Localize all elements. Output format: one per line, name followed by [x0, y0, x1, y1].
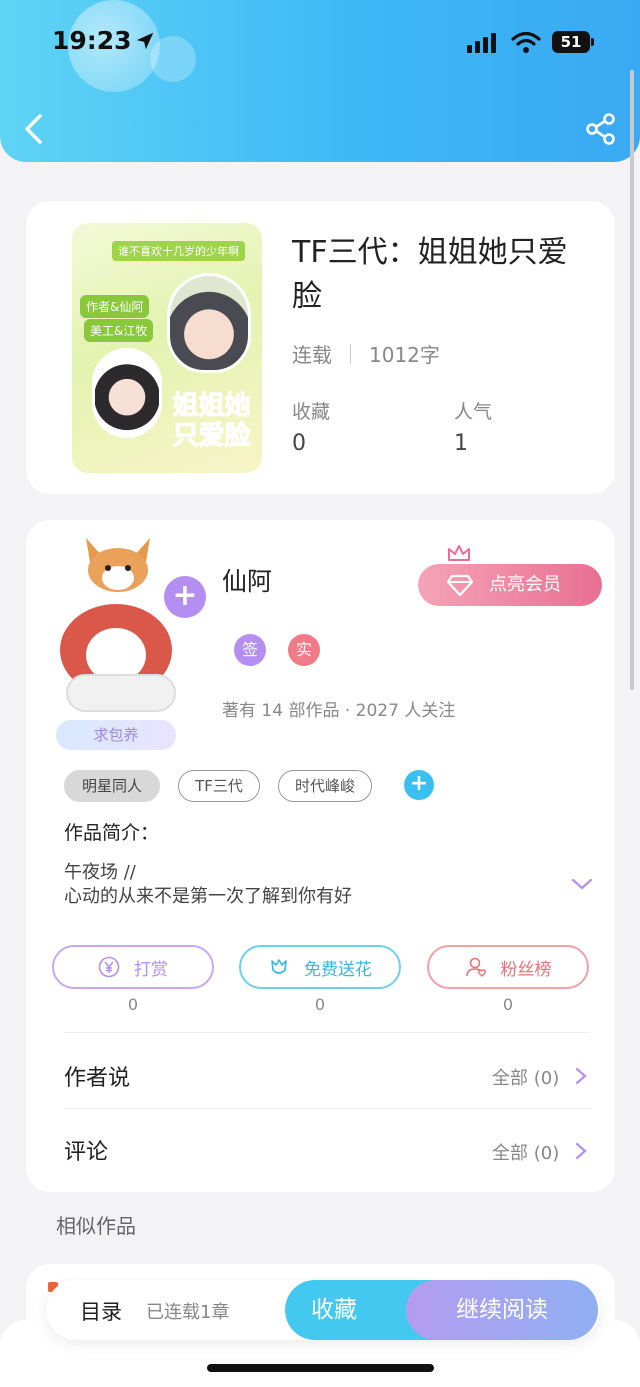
chapter-status: 已连载1章: [146, 1302, 230, 1323]
book-status: 连载: [292, 343, 332, 367]
meta-divider: [350, 343, 351, 364]
flower-count: 0: [314, 995, 326, 1014]
catalog-button[interactable]: 目录: [80, 1296, 122, 1326]
status-time: 19:23: [52, 26, 132, 55]
wifi-icon: [511, 31, 541, 53]
author-says-all-link[interactable]: 全部 (0): [492, 1064, 559, 1090]
cover-tag-author: 作者&仙阿: [80, 295, 150, 318]
chevron-down-icon[interactable]: [570, 876, 594, 892]
similar-works-title: 相似作品: [56, 1214, 136, 1238]
tag-tf-third-gen[interactable]: TF三代: [178, 770, 260, 802]
battery-indicator: 51: [552, 31, 594, 53]
header-bar: 19:23 51: [0, 0, 640, 162]
reward-button[interactable]: 打赏: [52, 945, 214, 989]
yen-icon: [98, 956, 120, 978]
stat-value-popularity: 1: [454, 431, 468, 456]
comments-title[interactable]: 评论: [64, 1134, 108, 1166]
divider: [64, 1032, 590, 1033]
fan-user-icon: [465, 957, 486, 977]
battery-tip: [591, 38, 594, 46]
follow-plus-button[interactable]: +: [164, 576, 206, 618]
reward-label: 打赏: [134, 959, 168, 980]
stat-label-popularity: 人气: [454, 401, 493, 423]
free-flower-label: 免费送花: [304, 959, 372, 980]
author-card: + 求包养 仙阿 点亮会员 签 实 著有 14 部作品 · 2027 人关注 明…: [26, 520, 615, 1192]
signed-badge: 签: [234, 634, 266, 666]
fan-count: 0: [502, 995, 514, 1014]
cover-tag-art: 美工&江牧: [84, 319, 154, 342]
book-meta: 连载 1012字: [292, 339, 440, 368]
intro-line: 午夜场 //: [64, 862, 136, 883]
stat-label-favorites: 收藏: [292, 401, 331, 423]
cover-title: 姐姐她只爱脸: [172, 391, 251, 452]
chevron-right-icon[interactable]: [574, 1141, 588, 1161]
fan-ranking-button[interactable]: 粉丝榜: [427, 945, 589, 989]
home-indicator[interactable]: [207, 1364, 434, 1372]
cellular-signal-icon: [467, 33, 496, 53]
battery-level: 51: [560, 33, 582, 51]
book-title: TF三代：姐姐她只爱脸: [292, 235, 568, 314]
tag-celebrity-fanfic[interactable]: 明星同人: [64, 770, 160, 802]
avatar-badge: 求包养: [56, 720, 176, 750]
decor-bubble: [150, 36, 196, 82]
location-arrow-icon: [136, 32, 154, 50]
author-says-title[interactable]: 作者说: [64, 1060, 130, 1092]
tag-times-fengjun[interactable]: 时代峰峻: [278, 770, 372, 802]
add-tag-button[interactable]: +: [404, 770, 434, 800]
author-avatar[interactable]: + 求包养: [48, 532, 206, 750]
avatar-cloud: [66, 674, 176, 712]
cover-portrait-boy: [167, 273, 251, 373]
comments-all-link[interactable]: 全部 (0): [492, 1139, 559, 1165]
author-stats: 著有 14 部作品 · 2027 人关注: [222, 701, 456, 721]
reward-count: 0: [127, 995, 139, 1014]
corgi-decoration-icon: [86, 538, 150, 592]
divider: [64, 1108, 590, 1109]
free-flower-button[interactable]: 免费送花: [239, 945, 401, 989]
scrollbar[interactable]: [630, 70, 634, 690]
chevron-left-icon[interactable]: [20, 112, 48, 146]
book-info-card: 谁不喜欢十几岁的少年啊 作者&仙阿 美工&江牧 姐姐她只爱脸 TF三代：姐姐她只…: [26, 201, 615, 494]
author-name[interactable]: 仙阿: [222, 562, 272, 598]
cover-portrait-girl: [92, 348, 162, 438]
cover-tagline: 谁不喜欢十几岁的少年啊: [112, 241, 245, 261]
stat-value-favorites: 0: [292, 431, 306, 456]
fan-ranking-label: 粉丝榜: [500, 959, 552, 980]
diamond-icon: [446, 574, 474, 597]
intro-line: 心动的从来不是第一次了解到你有好: [64, 886, 352, 907]
chevron-right-icon[interactable]: [574, 1066, 588, 1086]
crown-icon: [448, 545, 470, 561]
book-word-count: 1012字: [369, 343, 440, 367]
book-cover[interactable]: 谁不喜欢十几岁的少年啊 作者&仙阿 美工&江牧 姐姐她只爱脸: [72, 223, 262, 473]
intro-label: 作品简介：: [64, 822, 160, 844]
share-icon[interactable]: [584, 112, 618, 146]
continue-reading-button[interactable]: 继续阅读: [406, 1280, 598, 1340]
flower-icon: [271, 959, 287, 974]
verified-badge: 实: [288, 634, 320, 666]
